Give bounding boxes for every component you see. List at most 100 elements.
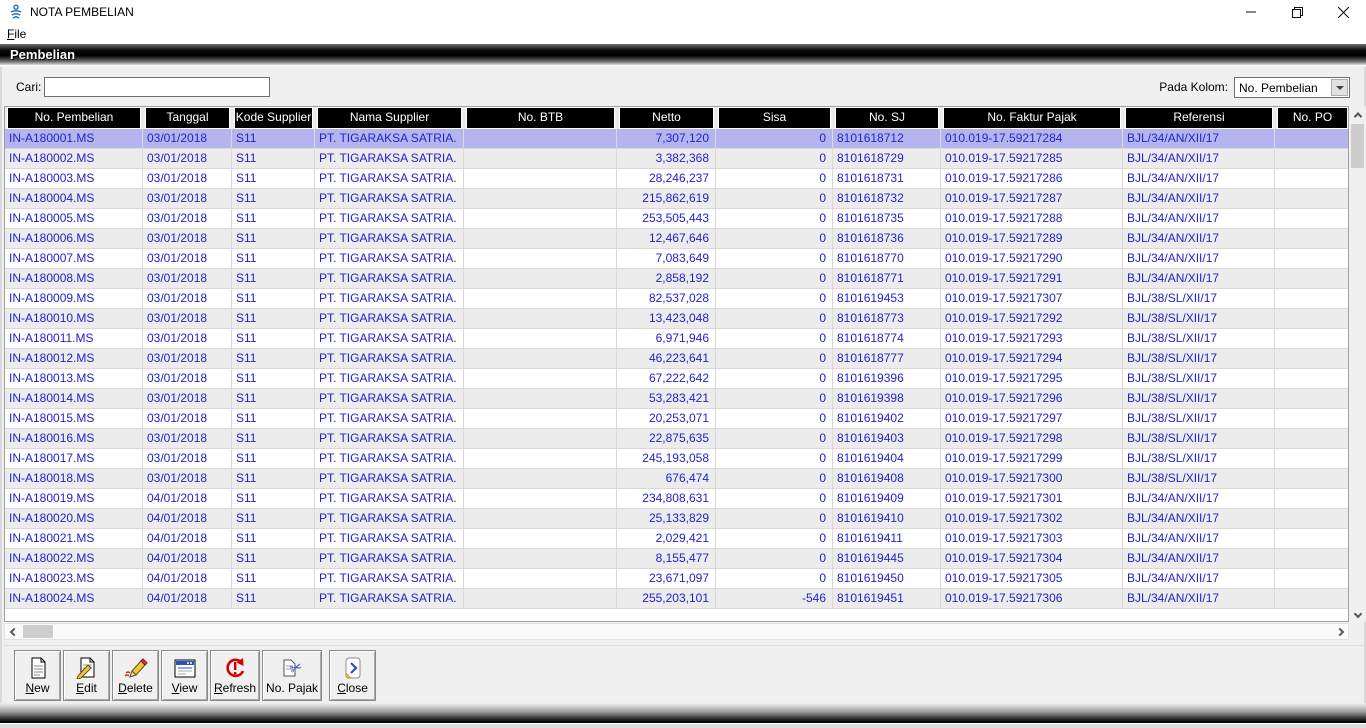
cell-nama_supplier: PT. TIGARAKSA SATRIA.: [315, 349, 464, 369]
table-row[interactable]: IN-A180011.MS03/01/2018S11PT. TIGARAKSA …: [5, 329, 1348, 349]
column-header-no_pembelian[interactable]: No. Pembelian: [5, 107, 143, 129]
column-header-no_sj[interactable]: No. SJ: [833, 107, 941, 129]
search-input[interactable]: [44, 77, 270, 97]
close-button[interactable]: Close: [329, 650, 376, 701]
cell-no_btb: [464, 569, 617, 589]
cell-referensi: BJL/34/AN/XII/17: [1123, 129, 1275, 149]
view-button[interactable]: View: [161, 650, 208, 701]
table-row[interactable]: IN-A180016.MS03/01/2018S11PT. TIGARAKSA …: [5, 429, 1348, 449]
table-row[interactable]: IN-A180022.MS04/01/2018S11PT. TIGARAKSA …: [5, 549, 1348, 569]
cell-netto: 22,875,635: [617, 429, 716, 449]
cell-nama_supplier: PT. TIGARAKSA SATRIA.: [315, 589, 464, 609]
cell-netto: 2,858,192: [617, 269, 716, 289]
table-row[interactable]: IN-A180007.MS03/01/2018S11PT. TIGARAKSA …: [5, 249, 1348, 269]
horizontal-scrollbar[interactable]: [4, 623, 1349, 640]
table-row[interactable]: IN-A180005.MS03/01/2018S11PT. TIGARAKSA …: [5, 209, 1348, 229]
cell-no_sj: 8101619403: [833, 429, 941, 449]
column-header-netto[interactable]: Netto: [617, 107, 716, 129]
column-header-no_po[interactable]: No. PO: [1275, 107, 1349, 129]
table-row[interactable]: IN-A180006.MS03/01/2018S11PT. TIGARAKSA …: [5, 229, 1348, 249]
menu-file[interactable]: File: [0, 25, 33, 43]
cell-tanggal: 03/01/2018: [143, 309, 232, 329]
table-row[interactable]: IN-A180002.MS03/01/2018S11PT. TIGARAKSA …: [5, 149, 1348, 169]
cell-no_sj: 8101619398: [833, 389, 941, 409]
minimize-button[interactable]: [1228, 0, 1274, 24]
table-row[interactable]: IN-A180008.MS03/01/2018S11PT. TIGARAKSA …: [5, 269, 1348, 289]
scroll-down-icon[interactable]: [1349, 605, 1366, 622]
scroll-right-icon[interactable]: [1331, 624, 1348, 639]
cell-sisa: 0: [716, 169, 833, 189]
cell-no_btb: [464, 209, 617, 229]
cell-sisa: 0: [716, 369, 833, 389]
cell-tanggal: 03/01/2018: [143, 389, 232, 409]
table-row[interactable]: IN-A180013.MS03/01/2018S11PT. TIGARAKSA …: [5, 369, 1348, 389]
cell-netto: 215,862,619: [617, 189, 716, 209]
cell-no_btb: [464, 409, 617, 429]
cell-tanggal: 03/01/2018: [143, 349, 232, 369]
scroll-up-icon[interactable]: [1349, 106, 1366, 123]
cell-kode_supplier: S11: [232, 409, 315, 429]
edit-button[interactable]: Edit: [63, 650, 110, 701]
cell-no_btb: [464, 429, 617, 449]
cell-kode_supplier: S11: [232, 589, 315, 609]
table-row[interactable]: IN-A180023.MS04/01/2018S11PT. TIGARAKSA …: [5, 569, 1348, 589]
cell-netto: 20,253,071: [617, 409, 716, 429]
cell-kode_supplier: S11: [232, 429, 315, 449]
column-filter-select[interactable]: No. Pembelian: [1234, 77, 1350, 98]
column-header-kode_supplier[interactable]: Kode Supplier: [232, 107, 315, 129]
cell-sisa: 0: [716, 269, 833, 289]
refresh-button[interactable]: Refresh: [210, 650, 260, 701]
cell-referensi: BJL/34/AN/XII/17: [1123, 229, 1275, 249]
column-header-referensi[interactable]: Referensi: [1123, 107, 1275, 129]
cell-kode_supplier: S11: [232, 449, 315, 469]
horizontal-scroll-thumb[interactable]: [23, 625, 53, 638]
cell-no_po: [1275, 589, 1349, 609]
table-row[interactable]: IN-A180010.MS03/01/2018S11PT. TIGARAKSA …: [5, 309, 1348, 329]
column-header-nama_supplier[interactable]: Nama Supplier: [315, 107, 464, 129]
cell-nama_supplier: PT. TIGARAKSA SATRIA.: [315, 469, 464, 489]
table-row[interactable]: IN-A180004.MS03/01/2018S11PT. TIGARAKSA …: [5, 189, 1348, 209]
chevron-down-icon[interactable]: [1331, 79, 1348, 96]
cell-no_btb: [464, 149, 617, 169]
table-row[interactable]: IN-A180021.MS04/01/2018S11PT. TIGARAKSA …: [5, 529, 1348, 549]
column-header-sisa[interactable]: Sisa: [716, 107, 833, 129]
table-row[interactable]: IN-A180009.MS03/01/2018S11PT. TIGARAKSA …: [5, 289, 1348, 309]
cell-no_pembelian: IN-A180001.MS: [5, 129, 143, 149]
new-button[interactable]: New: [14, 650, 61, 701]
cell-no_sj: 8101618729: [833, 149, 941, 169]
table-row[interactable]: IN-A180017.MS03/01/2018S11PT. TIGARAKSA …: [5, 449, 1348, 469]
table-row[interactable]: IN-A180020.MS04/01/2018S11PT. TIGARAKSA …: [5, 509, 1348, 529]
cell-no_pembelian: IN-A180018.MS: [5, 469, 143, 489]
table-row[interactable]: IN-A180018.MS03/01/2018S11PT. TIGARAKSA …: [5, 469, 1348, 489]
column-header-tanggal[interactable]: Tanggal: [143, 107, 232, 129]
table-row[interactable]: IN-A180015.MS03/01/2018S11PT. TIGARAKSA …: [5, 409, 1348, 429]
cell-netto: 82,537,028: [617, 289, 716, 309]
vertical-scroll-thumb[interactable]: [1351, 124, 1364, 168]
table-row[interactable]: IN-A180003.MS03/01/2018S11PT. TIGARAKSA …: [5, 169, 1348, 189]
status-bar: [0, 703, 1366, 723]
delete-button[interactable]: Delete: [112, 650, 159, 701]
column-header-no_btb[interactable]: No. BTB: [464, 107, 617, 129]
restore-button[interactable]: [1274, 0, 1320, 24]
cell-nama_supplier: PT. TIGARAKSA SATRIA.: [315, 189, 464, 209]
cell-kode_supplier: S11: [232, 269, 315, 289]
table-row[interactable]: IN-A180012.MS03/01/2018S11PT. TIGARAKSA …: [5, 349, 1348, 369]
cell-netto: 253,505,443: [617, 209, 716, 229]
scroll-left-icon[interactable]: [5, 624, 22, 639]
cell-referensi: BJL/34/AN/XII/17: [1123, 249, 1275, 269]
cell-no_sj: 8101618770: [833, 249, 941, 269]
cell-no_btb: [464, 189, 617, 209]
close-icon[interactable]: [1320, 0, 1366, 24]
vertical-scrollbar[interactable]: [1349, 106, 1366, 622]
cell-no_sj: 8101618735: [833, 209, 941, 229]
cell-tanggal: 03/01/2018: [143, 429, 232, 449]
no-pajak-button[interactable]: ✂ No. Pajak: [262, 650, 322, 701]
table-row[interactable]: IN-A180014.MS03/01/2018S11PT. TIGARAKSA …: [5, 389, 1348, 409]
cell-no_po: [1275, 229, 1349, 249]
table-row[interactable]: IN-A180001.MS03/01/2018S11PT. TIGARAKSA …: [5, 129, 1348, 149]
column-header-no_faktur_pajak[interactable]: No. Faktur Pajak: [941, 107, 1123, 129]
table-row[interactable]: IN-A180024.MS04/01/2018S11PT. TIGARAKSA …: [5, 589, 1348, 609]
cell-sisa: 0: [716, 449, 833, 469]
cell-tanggal: 03/01/2018: [143, 189, 232, 209]
table-row[interactable]: IN-A180019.MS04/01/2018S11PT. TIGARAKSA …: [5, 489, 1348, 509]
